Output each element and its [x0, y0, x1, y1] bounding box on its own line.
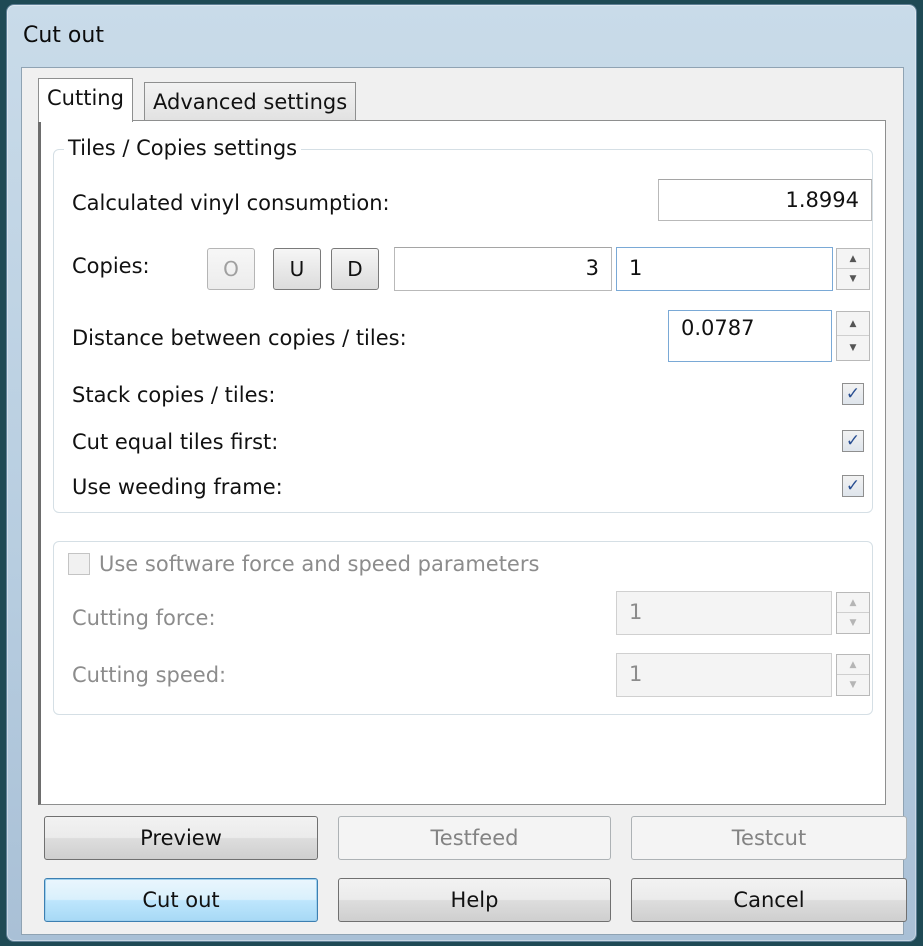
copies-o-button[interactable]: O: [207, 248, 255, 290]
cut-equal-tiles-label: Cut equal tiles first:: [72, 430, 279, 454]
cut-equal-tiles-checkbox[interactable]: ✓: [842, 430, 864, 452]
distance-spinner[interactable]: ▲ ▼: [836, 311, 870, 361]
cut-out-dialog: Cut out Cutting Advanced settings Tiles …: [6, 4, 917, 942]
distance-input[interactable]: 0.0787: [668, 310, 832, 362]
cutting-speed-spinner[interactable]: ▲ ▼: [836, 654, 870, 696]
spin-up-icon[interactable]: ▲: [837, 655, 869, 675]
cutting-force-label: Cutting force:: [72, 606, 216, 630]
preview-button[interactable]: Preview: [44, 816, 318, 860]
cancel-button[interactable]: Cancel: [631, 878, 907, 922]
cutting-tab-page: Tiles / Copies settings Calculated vinyl…: [38, 120, 886, 805]
dialog-client-area: Cutting Advanced settings Tiles / Copies…: [21, 67, 907, 935]
cutting-speed-input[interactable]: 1: [616, 653, 832, 697]
testfeed-button[interactable]: Testfeed: [338, 816, 611, 860]
weeding-frame-label: Use weeding frame:: [72, 475, 283, 499]
tab-cutting[interactable]: Cutting: [38, 78, 133, 122]
tab-advanced-settings[interactable]: Advanced settings: [144, 82, 357, 122]
cutting-speed-label: Cutting speed:: [72, 663, 227, 687]
copies-d-button[interactable]: D: [331, 248, 379, 290]
tiles-copies-legend: Tiles / Copies settings: [64, 136, 302, 160]
copies-spin-input[interactable]: 1: [616, 247, 833, 291]
spin-up-icon[interactable]: ▲: [837, 593, 869, 613]
software-params-checkbox[interactable]: [68, 553, 90, 575]
testcut-button[interactable]: Testcut: [631, 816, 907, 860]
cut-out-button[interactable]: Cut out: [44, 878, 318, 922]
copies-count-field[interactable]: 3: [394, 247, 612, 291]
spin-down-icon[interactable]: ▼: [837, 269, 869, 289]
vinyl-consumption-field: 1.8994: [658, 179, 872, 221]
spin-down-icon[interactable]: ▼: [837, 336, 869, 360]
spin-up-icon[interactable]: ▲: [837, 249, 869, 269]
copies-spinner[interactable]: ▲ ▼: [836, 248, 870, 290]
spin-up-icon[interactable]: ▲: [837, 312, 869, 336]
software-params-label: Use software force and speed parameters: [99, 552, 540, 576]
help-button[interactable]: Help: [338, 878, 611, 922]
spin-down-icon[interactable]: ▼: [837, 613, 869, 633]
distance-label: Distance between copies / tiles:: [72, 326, 407, 350]
cutting-force-input[interactable]: 1: [616, 591, 832, 635]
copies-u-button[interactable]: U: [273, 248, 321, 290]
weeding-frame-checkbox[interactable]: ✓: [842, 475, 864, 497]
copies-label: Copies:: [72, 254, 150, 278]
stack-copies-label: Stack copies / tiles:: [72, 383, 276, 407]
vinyl-consumption-label: Calculated vinyl consumption:: [72, 191, 390, 215]
stack-copies-checkbox[interactable]: ✓: [842, 383, 864, 405]
cutting-force-spinner[interactable]: ▲ ▼: [836, 592, 870, 634]
spin-down-icon[interactable]: ▼: [837, 675, 869, 695]
window-title: Cut out: [23, 23, 104, 48]
